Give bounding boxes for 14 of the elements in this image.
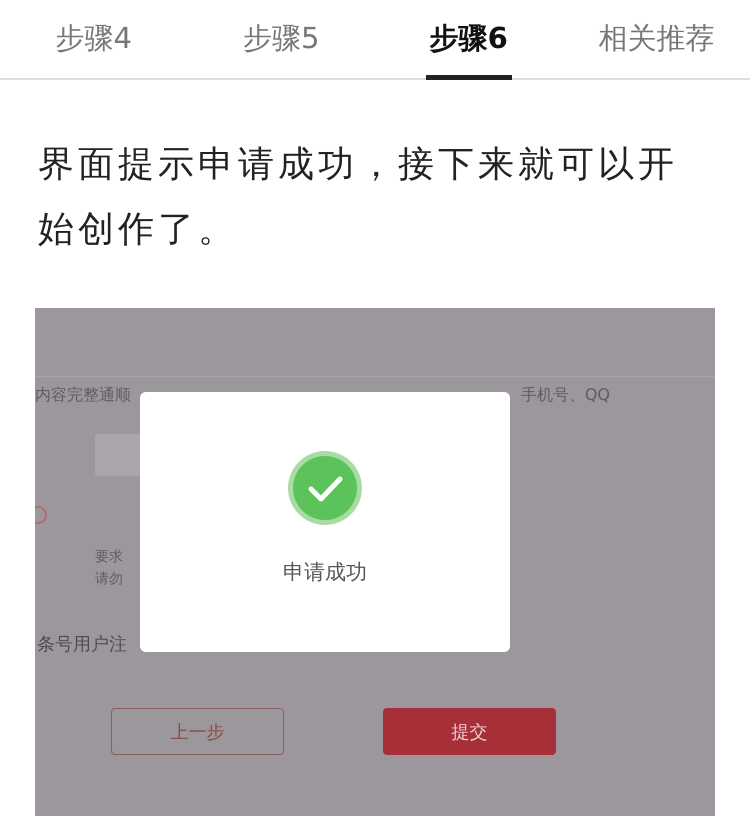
step-description: 界面提示申请成功，接下来就可以开始创作了。 [38,143,679,252]
note-text: 要求 [95,548,123,566]
step-tab[interactable]: 步骤6 [375,0,562,78]
submit-button[interactable]: 提交 [383,708,556,755]
step-tab[interactable]: 步骤5 [188,0,375,78]
success-check-icon [287,450,363,526]
form-hint: 内容完整通顺 [35,385,131,406]
form-hint: 手机号、QQ [520,385,610,406]
agreement-text: 条号用户注 [37,633,128,656]
back-button[interactable]: 上一步 [111,708,284,755]
step-tab[interactable]: 相关推荐 [562,0,750,78]
step-tab[interactable]: 步骤4 [0,0,188,78]
success-message: 申请成功 [283,559,367,586]
note-text: 请勿 [95,570,123,588]
